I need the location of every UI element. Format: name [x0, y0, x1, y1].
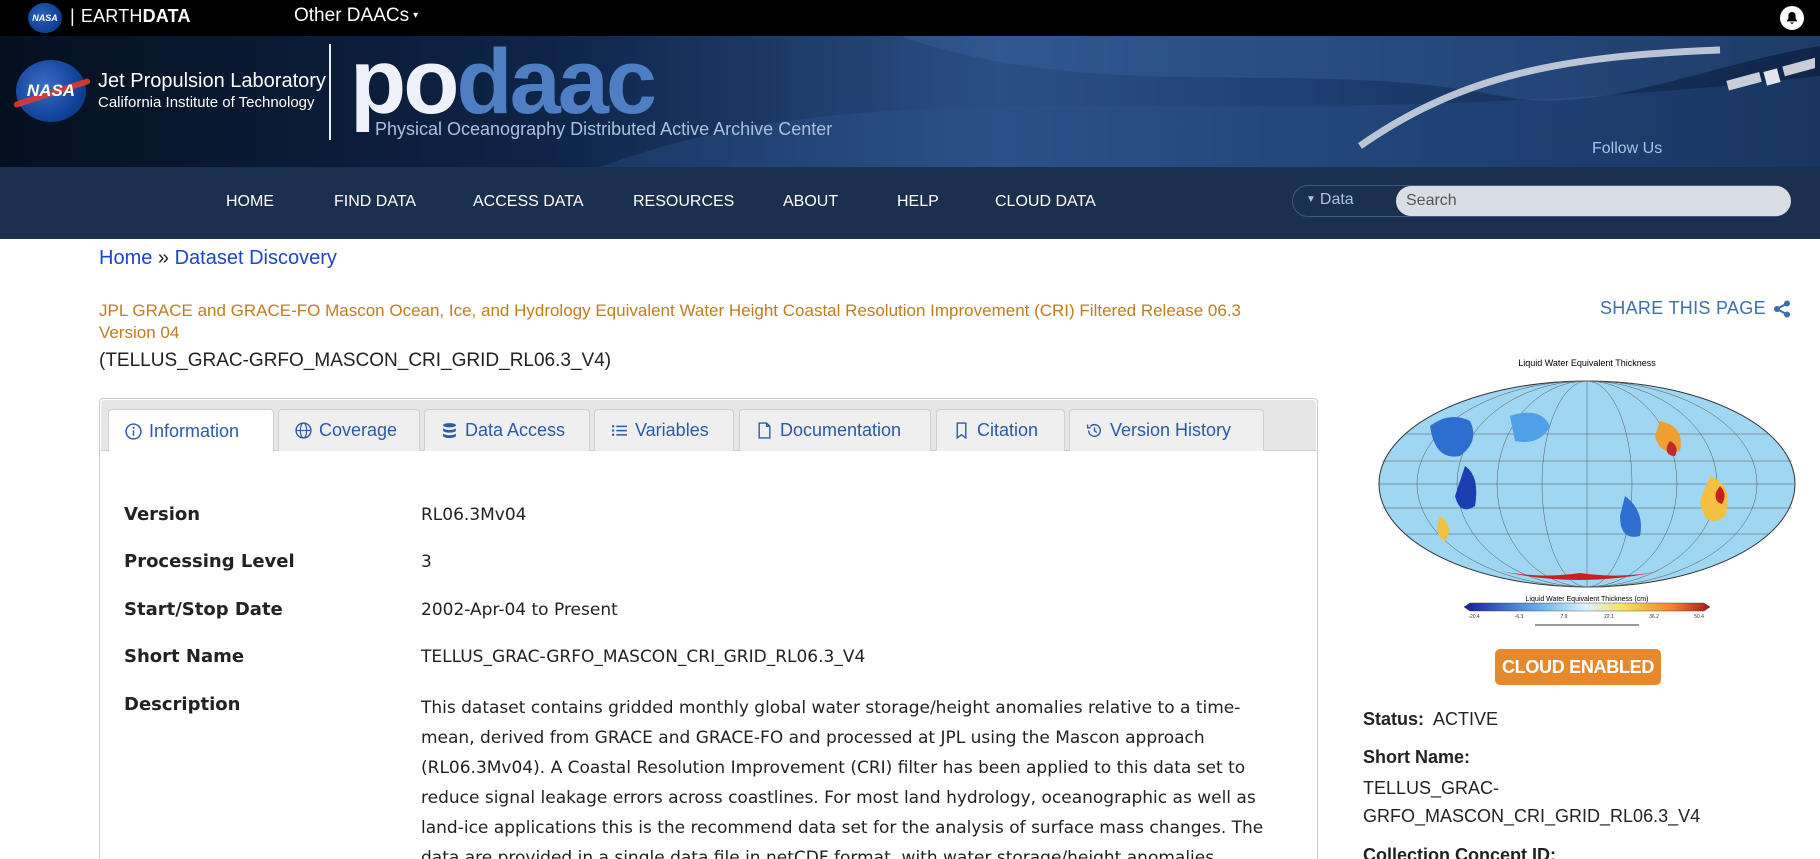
nasa-logo[interactable]: NASA [16, 60, 86, 122]
search-scope-dropdown[interactable]: ▼ Data [1306, 191, 1354, 209]
document-icon [758, 422, 771, 439]
info-value-version: RL06.3Mv04 [421, 505, 527, 525]
info-label-short-name: Short Name [124, 646, 245, 667]
jpl-subtitle: California Institute of Technology [98, 94, 315, 111]
map-colorbar-tick: 22.1 [1604, 614, 1614, 620]
share-this-page-link[interactable]: SHARE THIS PAGE [1600, 298, 1766, 319]
short-name-value: TELLUS_GRAC- GRFO_MASCON_CRI_GRID_RL06.3… [1363, 774, 1700, 830]
main-navbar: HOME FIND DATA ACCESS DATA RESOURCES ABO… [0, 167, 1820, 239]
status-value: ACTIVE [1433, 709, 1499, 729]
earthdata-topbar: NASA | EARTHDATA Other DAACs ▾ [0, 0, 1820, 36]
podaac-logo[interactable]: podaac [350, 36, 657, 128]
caret-down-icon: ▼ [1306, 194, 1316, 205]
nav-cloud-data[interactable]: CLOUD DATA [995, 193, 1096, 211]
info-label-start-stop-date: Start/Stop Date [124, 599, 283, 620]
nav-access-data[interactable]: ACCESS DATA [473, 193, 584, 211]
follow-us-link[interactable]: Follow Us [1592, 140, 1662, 158]
nav-find-data[interactable]: FIND DATA [334, 193, 416, 211]
info-value-processing-level: 3 [421, 552, 432, 572]
tab-coverage-label: Coverage [319, 420, 398, 440]
history-icon [1086, 423, 1102, 437]
brand-data: DATA [142, 6, 191, 26]
dataset-short-name: (TELLUS_GRAC-GRFO_MASCON_CRI_GRID_RL06.3… [99, 350, 612, 371]
search-scope-label: Data [1319, 191, 1354, 208]
database-icon [443, 423, 456, 438]
satellite-icon [1726, 57, 1815, 91]
share-icon[interactable] [1773, 300, 1791, 318]
jpl-title[interactable]: Jet Propulsion Laboratory [98, 70, 326, 93]
tab-citation[interactable]: Citation [936, 409, 1065, 451]
list-icon [612, 425, 627, 436]
nasa-meatball-icon[interactable]: NASA [28, 3, 62, 33]
tab-variables-label: Variables [635, 420, 709, 440]
bookmark-icon [956, 422, 967, 439]
podaac-banner: NASA Jet Propulsion Laboratory Californi… [0, 36, 1820, 167]
cloud-enabled-badge: CLOUD ENABLED [1495, 649, 1661, 685]
map-colorbar-tick: -6.3 [1515, 614, 1524, 620]
breadcrumb-separator: » [157, 247, 170, 269]
tab-citation-label: Citation [977, 420, 1039, 440]
tab-variables[interactable]: Variables [594, 409, 734, 451]
info-value-start-stop-date: 2002-Apr-04 to Present [421, 600, 618, 620]
banner-divider [329, 44, 331, 140]
brand-earth: EARTH [80, 6, 143, 26]
map-colorbar-tick: 36.2 [1649, 614, 1659, 620]
tab-documentation-label: Documentation [780, 420, 902, 440]
search-input[interactable] [1396, 186, 1791, 216]
map-colorbar-tick: 7.9 [1561, 614, 1568, 620]
tab-documentation[interactable]: Documentation [739, 409, 931, 451]
dataset-title: JPL GRACE and GRACE-FO Mascon Ocean, Ice… [99, 301, 1242, 342]
nav-resources[interactable]: RESOURCES [633, 193, 734, 211]
info-value-short-name: TELLUS_GRAC-GRFO_MASCON_CRI_GRID_RL06.3_… [421, 647, 866, 667]
tab-coverage[interactable]: Coverage [278, 409, 420, 451]
tab-information-label: Information [149, 420, 240, 441]
short-name-label: Short Name: [1363, 747, 1471, 767]
breadcrumb: Home » Dataset Discovery [99, 247, 337, 270]
brand-separator: | [70, 6, 75, 26]
map-colorbar [1463, 602, 1711, 612]
tab-data-access-label: Data Access [465, 420, 566, 440]
breadcrumb-home[interactable]: Home [99, 247, 152, 269]
status-label: Status: [1363, 709, 1425, 729]
tab-version-history[interactable]: Version History [1069, 409, 1264, 451]
dataset-preview-map[interactable]: Liquid Water Equivalent Thickness Liquid… [1370, 356, 1798, 636]
info-value-description: This dataset contains gridded monthly gl… [421, 698, 1264, 859]
nav-about[interactable]: ABOUT [783, 193, 838, 211]
nav-home[interactable]: HOME [226, 193, 274, 211]
status-row: Status: ACTIVE [1363, 709, 1498, 730]
map-title: Liquid Water Equivalent Thickness [1518, 358, 1656, 368]
nav-help[interactable]: HELP [897, 193, 939, 211]
info-label-version: Version [124, 504, 201, 525]
other-daacs-menu[interactable]: Other DAACs ▾ [294, 5, 418, 27]
info-label-description: Description [124, 694, 241, 715]
caret-down-icon: ▾ [413, 10, 419, 22]
other-daacs-label: Other DAACs [294, 5, 410, 26]
map-colorbar-tick: 50.4 [1694, 614, 1704, 620]
tab-information[interactable]: Information [108, 409, 274, 452]
notification-bell-icon[interactable] [1780, 6, 1804, 30]
globe-icon [295, 422, 312, 439]
map-colorbar-tick: -20.4 [1468, 614, 1480, 620]
podaac-tagline: Physical Oceanography Distributed Active… [375, 119, 833, 139]
info-icon [125, 422, 142, 440]
short-name-line2: GRFO_MASCON_CRI_GRID_RL06.3_V4 [1363, 806, 1701, 826]
info-label-processing-level: Processing Level [124, 551, 295, 572]
concept-id-label: Collection Concept ID: [1363, 845, 1556, 859]
earthdata-brand[interactable]: | EARTHDATA [70, 6, 191, 27]
tab-data-access[interactable]: Data Access [424, 409, 590, 451]
tab-version-history-label: Version History [1110, 420, 1232, 440]
map-colorbar-label: Liquid Water Equivalent Thickness (cm) [1526, 596, 1649, 603]
map-stats-line [1535, 624, 1639, 626]
short-name-line1: TELLUS_GRAC- [1363, 778, 1500, 798]
breadcrumb-dataset-discovery[interactable]: Dataset Discovery [175, 247, 337, 269]
